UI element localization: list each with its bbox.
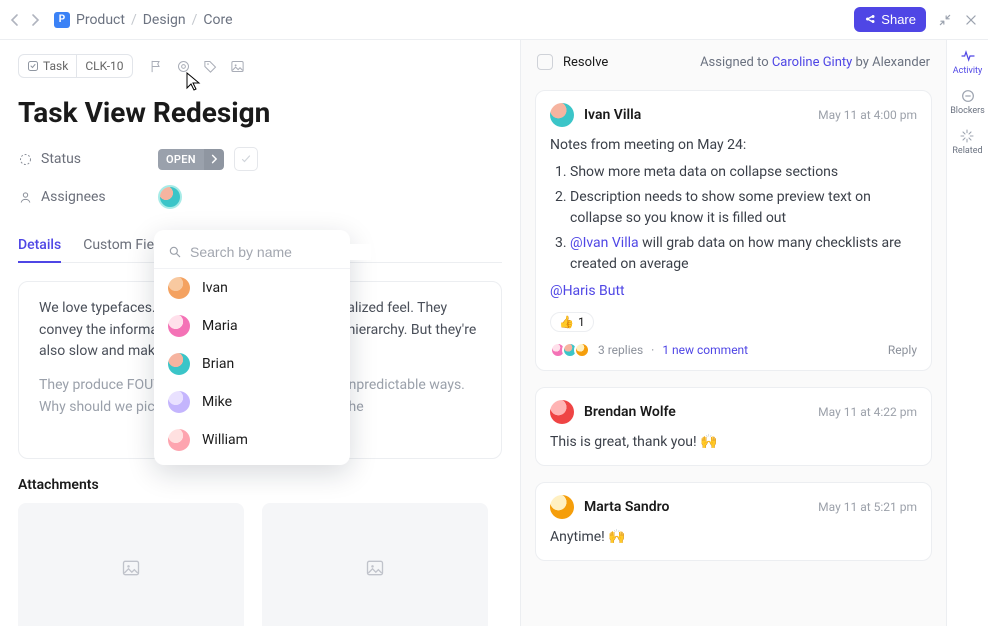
rail-blockers[interactable]: Blockers (950, 88, 985, 116)
task-chip[interactable]: Task CLK-10 (18, 54, 133, 78)
complete-checkbox[interactable] (234, 147, 258, 171)
tag-icon[interactable] (203, 59, 218, 74)
attachment-thumb[interactable] (262, 503, 488, 626)
top-bar: P Product / Design / Core Share (0, 0, 988, 40)
reaction-count: 1 (578, 315, 585, 329)
comment-text: Anytime! 🙌 (550, 527, 917, 548)
assignee-option-name: William (202, 432, 248, 448)
reply-button[interactable]: Reply (888, 343, 917, 357)
avatar (168, 353, 190, 375)
flag-icon[interactable] (149, 59, 164, 74)
avatar (550, 103, 574, 127)
comment-card: Ivan Villa May 11 at 4:00 pm Notes from … (535, 90, 932, 371)
avatar (168, 391, 190, 413)
tab-custom-fields[interactable]: Custom Fie (83, 229, 154, 262)
status-label: Status (41, 151, 81, 167)
nav-forward-button[interactable] (30, 13, 40, 27)
comment-author: Marta Sandro (584, 499, 669, 515)
comment-list-item: @Ivan Villa will grab data on how many c… (570, 233, 917, 275)
assignee-option-name: Ivan (202, 280, 228, 296)
assignee-search-input[interactable] (190, 244, 371, 260)
resolve-checkbox[interactable] (537, 54, 553, 70)
assignee-option[interactable]: Brian (154, 345, 350, 383)
replies-count[interactable]: 3 replies (598, 343, 643, 357)
page-title: Task View Redesign (18, 96, 502, 129)
assignee-option-name: Mike (202, 394, 232, 410)
repliers-avatars (550, 342, 590, 358)
app-icon: P (54, 12, 70, 28)
breadcrumb-sep: / (131, 12, 137, 28)
activity-panel: Resolve Assigned to Caroline Ginty by Al… (520, 40, 946, 626)
comment-text: Notes from meeting on May 24: (550, 135, 917, 156)
avatar (168, 315, 190, 337)
assignee-picker-popover: Ivan Maria Brian Mike William (154, 230, 350, 465)
tab-details[interactable]: Details (18, 229, 61, 263)
mention-link[interactable]: @Haris Butt (550, 283, 625, 299)
rail-label: Activity (953, 66, 982, 76)
search-icon (168, 245, 182, 259)
comment-timestamp: May 11 at 4:22 pm (818, 405, 917, 419)
nav-back-button[interactable] (10, 13, 20, 27)
resolve-label: Resolve (563, 55, 608, 70)
person-icon (18, 190, 33, 205)
side-rail: Activity Blockers Related (946, 40, 988, 626)
breadcrumb: P Product / Design / Core (54, 12, 233, 28)
collapse-icon[interactable] (938, 13, 952, 27)
comment-card: Brendan Wolfe May 11 at 4:22 pm This is … (535, 387, 932, 466)
status-next-icon[interactable] (204, 149, 224, 170)
assignee-option-name: Brian (202, 356, 234, 372)
rail-label: Related (952, 146, 982, 156)
assignee-option-name: Maria (202, 318, 238, 334)
task-type-label: Task (43, 59, 68, 73)
reaction-emoji: 👍 (559, 315, 574, 329)
reaction-pill[interactable]: 👍 1 (550, 312, 594, 332)
comment-list-item: Show more meta data on collapse sections (570, 162, 917, 183)
assignee-avatar[interactable] (158, 185, 182, 209)
breadcrumb-item[interactable]: Design (143, 12, 186, 28)
avatar (550, 400, 574, 424)
target-icon[interactable] (176, 59, 191, 74)
share-label: Share (881, 12, 916, 27)
assignees-label: Assignees (41, 189, 106, 205)
share-button[interactable]: Share (854, 7, 926, 32)
assignee-option[interactable]: William (154, 421, 350, 459)
comment-text: This is great, thank you! 🙌 (550, 432, 917, 453)
comment-timestamp: May 11 at 4:00 pm (818, 108, 917, 122)
assigned-to-text: Assigned to Caroline Ginty by Alexander (700, 55, 930, 70)
rail-label: Blockers (950, 106, 985, 116)
comment-list-item: Description needs to show some preview t… (570, 187, 917, 229)
close-icon[interactable] (964, 13, 978, 27)
task-detail-panel: Task CLK-10 Task View Redesign Status OP… (0, 40, 520, 626)
breadcrumb-sep: / (192, 12, 198, 28)
comment-card: Marta Sandro May 11 at 5:21 pm Anytime! … (535, 482, 932, 561)
avatar (550, 495, 574, 519)
image-icon[interactable] (230, 59, 245, 74)
status-icon (18, 152, 33, 167)
status-value: OPEN (158, 149, 204, 170)
status-pill[interactable]: OPEN (158, 149, 224, 170)
assignee-option[interactable]: Maria (154, 307, 350, 345)
rail-activity[interactable]: Activity (953, 48, 982, 76)
comment-author: Brendan Wolfe (584, 404, 676, 420)
assignee-link[interactable]: Caroline Ginty (772, 55, 852, 70)
breadcrumb-item[interactable]: Core (203, 12, 232, 28)
breadcrumb-item[interactable]: Product (76, 12, 125, 28)
comment-author: Ivan Villa (584, 107, 641, 123)
mention-link[interactable]: @Ivan Villa (570, 235, 639, 251)
avatar (168, 429, 190, 451)
rail-related[interactable]: Related (952, 128, 982, 156)
assignee-option[interactable]: Ivan (154, 269, 350, 307)
task-id-label: CLK-10 (76, 55, 131, 77)
avatar (168, 277, 190, 299)
attachment-thumb[interactable] (18, 503, 244, 626)
new-comment-link[interactable]: 1 new comment (662, 343, 748, 357)
assignee-option[interactable]: Mike (154, 383, 350, 421)
comment-timestamp: May 11 at 5:21 pm (818, 500, 917, 514)
attachments-heading: Attachments (18, 477, 502, 493)
